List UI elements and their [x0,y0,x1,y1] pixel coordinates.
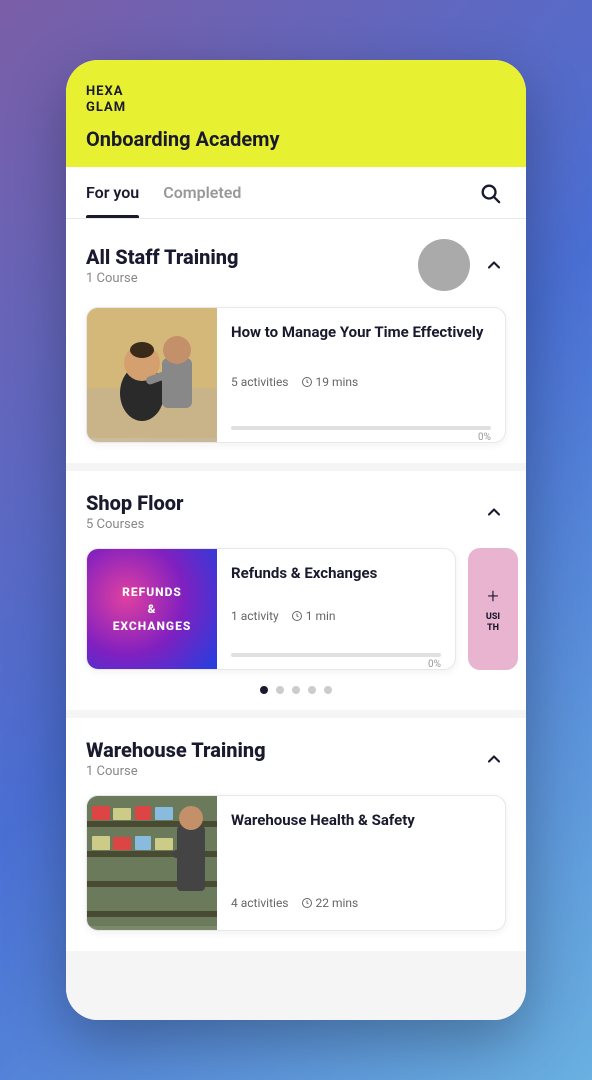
section-warehouse: Warehouse Training 1 Course [66,718,526,951]
clock-icon [301,376,313,388]
collapse-all-staff-button[interactable] [482,253,506,277]
collapse-shop-floor-button[interactable] [482,500,506,524]
all-staff-courses: How to Manage Your Time Effectively 5 ac… [66,295,526,463]
course-activities-warehouse: 4 activities [231,896,289,910]
course-card-time-management[interactable]: How to Manage Your Time Effectively 5 ac… [86,307,506,443]
warehouse-illustration [87,796,217,926]
header: HEXA GLAM Onboarding Academy [66,60,526,167]
clock-icon-2 [291,610,303,622]
tab-for-you[interactable]: For you [86,167,139,218]
logo: HEXA GLAM [86,84,506,115]
progress-label-time: 0% [478,432,491,443]
course-card-refunds[interactable]: REFUNDS&EXCHANGES Refunds & Exchanges 1 … [86,548,456,670]
avatar [418,239,470,291]
peek-text: USITH [486,612,500,634]
warehouse-courses: Warehouse Health & Safety 4 activities 2… [66,783,526,951]
header-title: Onboarding Academy [86,127,506,151]
phone-card: HEXA GLAM Onboarding Academy For you Com… [66,60,526,1020]
course-thumb-warehouse [87,796,217,930]
course-meta-refunds: 1 activity 1 min [231,609,441,623]
tab-completed[interactable]: Completed [163,167,241,218]
chevron-up-icon-3 [484,749,504,769]
progress-bar-refunds: 0% [231,653,441,657]
carousel-dots [66,678,526,710]
section-all-staff-subtitle: 1 Course [86,271,238,286]
section-warehouse-header: Warehouse Training 1 Course [66,718,526,783]
course-meta-time: 5 activities 19 mins [231,375,491,389]
course-activities-time: 5 activities [231,375,289,389]
section-shop-floor-header: Shop Floor 5 Courses [66,471,526,536]
content-area: All Staff Training 1 Course [66,219,526,1020]
section-all-staff-title: All Staff Training [86,245,238,269]
course-duration-time: 19 mins [301,375,359,389]
course-duration-warehouse: 22 mins [301,896,359,910]
chevron-up-icon [484,255,504,275]
course-meta-warehouse: 4 activities 22 mins [231,896,491,910]
course-activities-refunds: 1 activity [231,609,279,623]
course-duration-refunds: 1 min [291,609,336,623]
dot-5[interactable] [324,686,332,694]
dot-2[interactable] [276,686,284,694]
dot-3[interactable] [292,686,300,694]
course-card-warehouse[interactable]: Warehouse Health & Safety 4 activities 2… [86,795,506,931]
logo-text: HEXA GLAM [86,84,126,115]
section-warehouse-subtitle: 1 Course [86,764,266,779]
section-all-staff-header: All Staff Training 1 Course [66,219,526,295]
progress-label-refunds: 0% [428,659,441,670]
search-button[interactable] [474,177,506,209]
peek-plus: + [487,584,498,608]
section-shop-floor-subtitle: 5 Courses [86,517,184,532]
course-thumb-salon [87,308,217,442]
collapse-warehouse-button[interactable] [482,747,506,771]
course-title-refunds: Refunds & Exchanges [231,563,441,583]
course-thumb-refunds: REFUNDS&EXCHANGES [87,549,217,669]
salon-illustration [87,308,217,438]
peek-card: + USITH [468,548,518,670]
course-title-warehouse: Warehouse Health & Safety [231,810,491,830]
course-title-time: How to Manage Your Time Effectively [231,322,491,342]
dot-1[interactable] [260,686,268,694]
section-warehouse-title: Warehouse Training [86,738,266,762]
section-all-staff: All Staff Training 1 Course [66,219,526,463]
section-shop-floor-title: Shop Floor [86,491,184,515]
shop-floor-courses: REFUNDS&EXCHANGES Refunds & Exchanges 1 … [66,536,526,678]
clock-icon-3 [301,897,313,909]
search-icon [479,182,501,204]
dot-4[interactable] [308,686,316,694]
section-shop-floor: Shop Floor 5 Courses REFUNDS&EXCHANGES [66,471,526,710]
progress-bar-time: 0% [231,426,491,430]
tabs-row: For you Completed [66,167,526,219]
chevron-up-icon-2 [484,502,504,522]
